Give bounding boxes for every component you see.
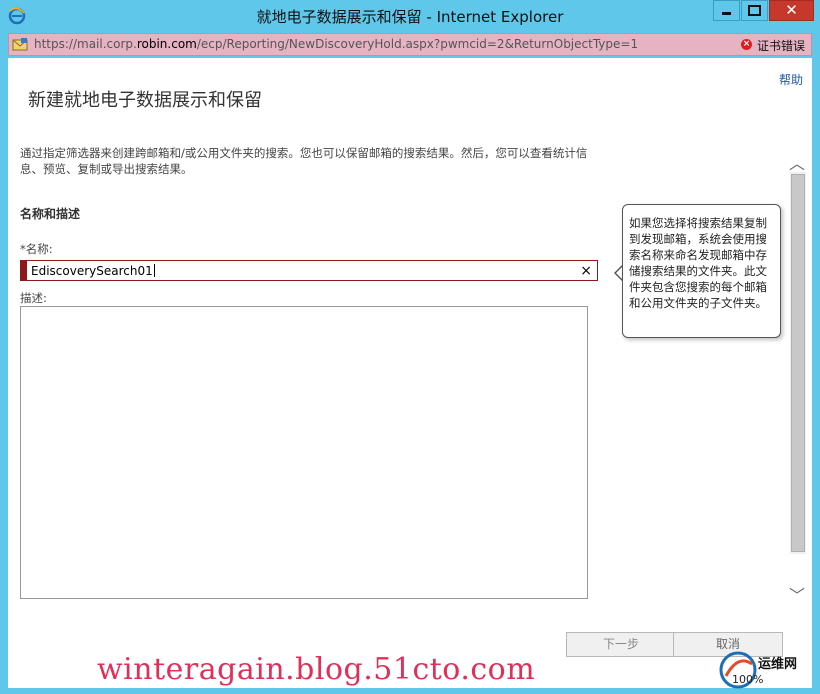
minimize-button[interactable] [713, 0, 740, 21]
help-tooltip: 如果您选择将搜索结果复制到发现邮箱，系统会使用搜索名称来命名发现邮箱中存储搜索结… [622, 204, 781, 338]
name-value-text: EdiscoverySearch01 [31, 264, 153, 278]
watermark-text: winteragain.blog.51cto.com [97, 652, 536, 687]
scrollbar-thumb[interactable] [791, 174, 805, 552]
maximize-button[interactable] [741, 0, 768, 21]
zoom-level[interactable]: 100% [732, 673, 763, 686]
dialog-content: 帮助 新建就地电子数据展示和保留 通过指定筛选器来创建跨邮箱和/或公用文件夹的搜… [8, 58, 812, 688]
page-mail-icon [12, 38, 28, 51]
name-label: *名称: [20, 242, 53, 256]
required-marker [21, 261, 27, 280]
help-link[interactable]: 帮助 [779, 71, 803, 88]
scroll-down-icon[interactable]: ﹀ [789, 582, 805, 606]
minimize-icon [722, 12, 731, 15]
close-icon: ✕ [785, 1, 798, 19]
scroll-up-icon[interactable]: ︿ [789, 150, 805, 174]
url-path: /ecp/Reporting/NewDiscoveryHold.aspx?pwm… [196, 37, 639, 51]
name-input[interactable]: EdiscoverySearch01 × [20, 260, 598, 281]
browser-window: 就地电子数据展示和保留 - Internet Explorer ✕ https:… [0, 0, 820, 694]
certificate-error-icon[interactable]: × [741, 39, 752, 50]
url-prefix: https://mail.corp. [34, 37, 137, 51]
url-domain: robin.com [136, 37, 197, 51]
intro-text: 通过指定筛选器来创建跨邮箱和/或公用文件夹的搜索。您也可以保留邮箱的搜索结果。然… [20, 146, 588, 176]
description-textarea[interactable] [20, 306, 588, 599]
section-heading: 名称和描述 [20, 207, 81, 221]
window-title: 就地电子数据展示和保留 - Internet Explorer [256, 8, 564, 26]
title-bar[interactable]: 就地电子数据展示和保留 - Internet Explorer ✕ [0, 0, 820, 32]
close-button[interactable]: ✕ [769, 0, 814, 21]
name-input-value: EdiscoverySearch01 [31, 264, 155, 278]
maximize-icon [748, 5, 761, 16]
certificate-error-label[interactable]: 证书错误 [757, 37, 805, 54]
page-title: 新建就地电子数据展示和保留 [28, 90, 262, 111]
text-caret [153, 264, 155, 277]
next-button[interactable]: 下一步 [566, 632, 676, 657]
description-label: 描述: [20, 291, 47, 305]
clear-icon[interactable]: × [580, 262, 592, 280]
url-text[interactable]: https://mail.corp.robin.com/ecp/Reportin… [34, 37, 638, 51]
watermark-brand: 运维网 [758, 657, 798, 672]
address-bar[interactable]: https://mail.corp.robin.com/ecp/Reportin… [8, 33, 812, 56]
